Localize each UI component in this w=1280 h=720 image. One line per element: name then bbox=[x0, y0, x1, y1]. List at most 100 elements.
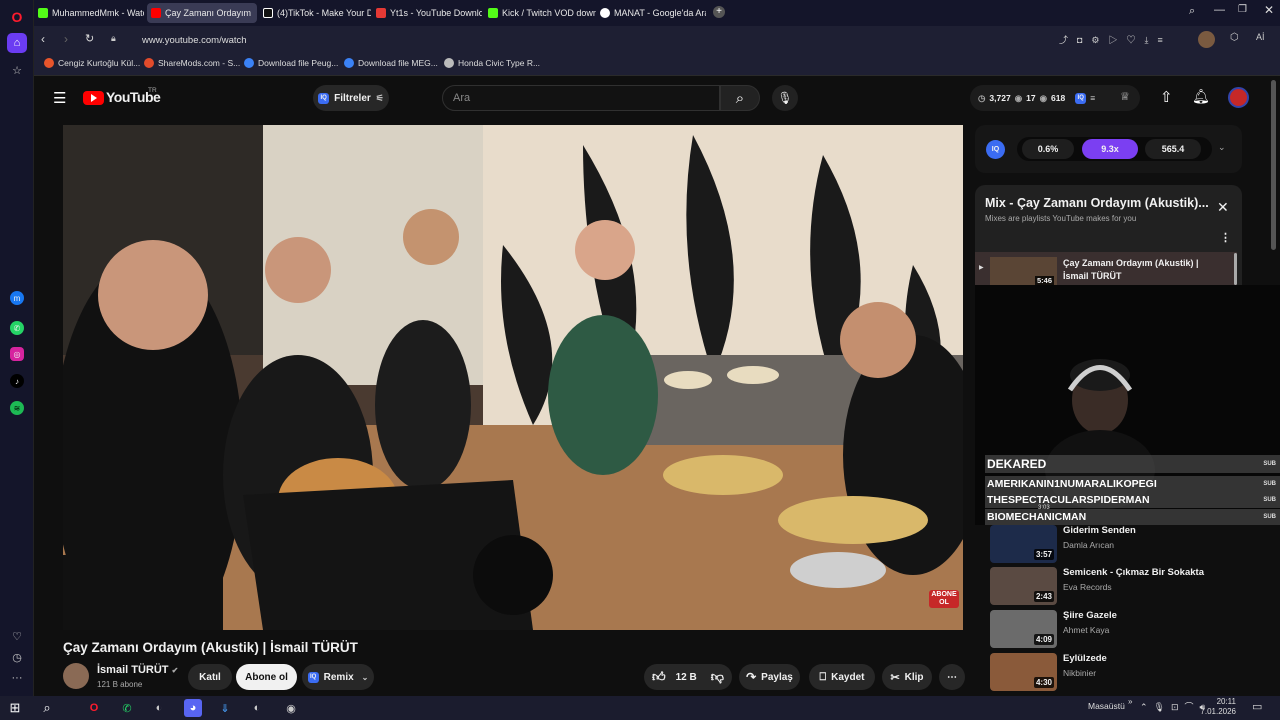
more-actions-button[interactable]: ⋯ bbox=[939, 664, 965, 690]
iq-value-3[interactable]: 565.4 bbox=[1145, 139, 1201, 159]
award-icon[interactable]: ♕ bbox=[1120, 90, 1130, 103]
current-title: Çay Zamanı Ordayım (Akustik) | İsmail TÜ… bbox=[1063, 258, 1199, 281]
close-window-button[interactable]: ✕ bbox=[1264, 3, 1274, 17]
url-field[interactable]: www.youtube.com/watch bbox=[134, 30, 1064, 50]
filters-label: Filtreler bbox=[334, 92, 371, 104]
extensions-icon[interactable]: ⬡ bbox=[1230, 32, 1239, 43]
windows-start-icon[interactable]: ⊞ bbox=[6, 699, 24, 717]
notification-center-icon[interactable]: ▭ bbox=[1252, 700, 1262, 713]
bookmark[interactable]: Cengiz Kurtoğlu Kül... bbox=[44, 58, 140, 68]
eye-icon: ◉ bbox=[1039, 92, 1048, 103]
sub-badge: SUB bbox=[1263, 497, 1276, 503]
remix-button[interactable]: IQ Remix ⌄ bbox=[302, 664, 374, 690]
subscribe-button[interactable]: Abone ol bbox=[236, 664, 297, 690]
profile-avatar[interactable] bbox=[1198, 31, 1215, 48]
dislike-button[interactable]: 👎︎ bbox=[711, 669, 724, 685]
sub-badge: SUB bbox=[1263, 514, 1276, 520]
tab[interactable]: MuhammedMmk - Watch bbox=[34, 3, 144, 23]
playlist-scrollbar[interactable] bbox=[1234, 253, 1237, 285]
bookmark-label: ShareMods.com - S... bbox=[158, 58, 241, 68]
upload-icon[interactable]: ⇧ bbox=[1160, 88, 1173, 106]
playlist-item[interactable]: 2:43 Semicenk - Çıkmaz Bir Sokakta Eva R… bbox=[990, 567, 1240, 605]
steam-icon[interactable]: ◐ bbox=[150, 699, 168, 717]
google-icon bbox=[600, 8, 610, 18]
search-tabs-icon[interactable]: ⌕ bbox=[1189, 5, 1195, 18]
discord-icon[interactable]: ◕ bbox=[184, 699, 202, 717]
maximize-button[interactable]: ❐ bbox=[1238, 4, 1247, 15]
item-channel: Ahmet Kaya bbox=[1063, 625, 1110, 635]
video-player[interactable]: ABONE OL bbox=[63, 125, 963, 630]
iq-value-2[interactable]: 9.3x bbox=[1082, 139, 1138, 159]
stat-value: 618 bbox=[1051, 93, 1066, 103]
menu-icon[interactable]: ☰ bbox=[53, 89, 66, 107]
bookmark[interactable]: Download file Peug... bbox=[244, 58, 338, 68]
tab-active[interactable]: Çay Zamanı Ordayım bbox=[147, 3, 257, 23]
download-manager-icon[interactable]: ⇓ bbox=[216, 699, 234, 717]
search-button[interactable]: ⌕ bbox=[720, 85, 760, 111]
messenger-icon[interactable]: m bbox=[10, 291, 24, 305]
opera-logo-icon[interactable]: O bbox=[7, 7, 27, 27]
thumbnail: 4:30 bbox=[990, 653, 1057, 691]
forward-button[interactable]: › bbox=[64, 32, 68, 46]
account-avatar[interactable] bbox=[1228, 87, 1249, 108]
iq-value-1[interactable]: 0.6% bbox=[1022, 139, 1074, 159]
playlist-item[interactable]: 4:30 Eylülzede Nikbinier bbox=[990, 653, 1240, 691]
playlist-item[interactable]: 3:57 Giderim Senden Damla Arıcan bbox=[990, 525, 1240, 563]
item-title: Semicenk - Çıkmaz Bir Sokakta bbox=[1063, 567, 1204, 578]
home-icon[interactable]: ⌂ bbox=[7, 33, 27, 53]
toolbar-chevron-icon[interactable]: » bbox=[1128, 697, 1132, 706]
star-icon[interactable]: ☆ bbox=[7, 60, 27, 80]
instagram-icon[interactable]: ◎ bbox=[10, 347, 24, 361]
history-icon[interactable]: ◷ bbox=[7, 647, 27, 667]
new-tab-button[interactable]: + bbox=[713, 6, 725, 18]
microphone-button[interactable]: 🎙︎ bbox=[772, 85, 798, 111]
address-actions[interactable]: ⤴◘⚙▷♡⤓≡ bbox=[1059, 33, 1172, 46]
tab[interactable]: Kick / Twitch VOD downlo bbox=[484, 3, 596, 23]
clock[interactable]: 20:11 7.01.2026 bbox=[1200, 697, 1236, 717]
more-icon[interactable]: ··· bbox=[7, 668, 27, 688]
tab[interactable]: (4)TikTok - Make Your Day bbox=[259, 3, 371, 23]
spotify-icon[interactable]: ≋ bbox=[10, 401, 24, 415]
join-label: Katıl bbox=[199, 671, 221, 683]
channel-avatar[interactable] bbox=[63, 663, 89, 689]
page-scrollbar[interactable] bbox=[1271, 80, 1276, 250]
subscribe-watermark[interactable]: ABONE OL bbox=[929, 590, 959, 608]
tab[interactable]: MANAT - Google'da Ara bbox=[596, 3, 706, 23]
tiktok-icon[interactable]: ♪ bbox=[10, 374, 24, 388]
back-button[interactable]: ‹ bbox=[41, 32, 45, 46]
chevron-down-icon[interactable]: ⌄ bbox=[1218, 142, 1226, 153]
steam-icon[interactable]: ◐ bbox=[248, 699, 266, 717]
bookmark[interactable]: ShareMods.com - S... bbox=[144, 58, 240, 68]
bookmark[interactable]: Download file MEG... bbox=[344, 58, 438, 68]
bookmark[interactable]: Honda Civic Type R... bbox=[444, 58, 540, 68]
search-input[interactable]: Ara bbox=[442, 85, 720, 111]
search-icon[interactable]: ⌕ bbox=[38, 699, 56, 717]
channel-name[interactable]: İsmail TÜRÜT ✔ bbox=[97, 664, 178, 676]
join-button[interactable]: Katıl bbox=[188, 664, 232, 690]
minimize-button[interactable]: — bbox=[1214, 4, 1225, 16]
iq-panel: IQ 0.6% 9.3x 565.4 ⌄ bbox=[975, 125, 1242, 173]
opera-icon[interactable]: O bbox=[85, 699, 103, 717]
heart-icon[interactable]: ♡ bbox=[7, 626, 27, 646]
save-button[interactable]: ⎕ Kaydet bbox=[809, 664, 875, 690]
aria-ai-icon[interactable]: Aİ bbox=[1256, 32, 1265, 42]
like-button[interactable]: 👍︎ bbox=[652, 669, 666, 685]
reload-button[interactable]: ↻ bbox=[85, 32, 94, 45]
notifications-icon[interactable]: 🔔︎ bbox=[1192, 88, 1210, 105]
tab[interactable]: Yt1s - YouTube Download bbox=[372, 3, 482, 23]
current-playlist-item[interactable]: ▶ 5:46 Çay Zamanı Ordayım (Akustik) | İs… bbox=[975, 252, 1237, 285]
bookmark-icon bbox=[444, 58, 454, 68]
bookmarks-bar: Cengiz Kurtoğlu Kül... ShareMods.com - S… bbox=[34, 54, 1280, 76]
desktop-toolbar[interactable]: Masaüstü bbox=[1088, 701, 1125, 711]
iq-stats-bar[interactable]: ◷ 3,727 ◉ 17 ◉ 618 IQ ≡ bbox=[970, 85, 1140, 111]
obs-icon[interactable]: ◉ bbox=[282, 699, 300, 717]
share-button[interactable]: ↷ Paylaş bbox=[739, 664, 800, 690]
close-icon[interactable]: ✕ bbox=[1217, 199, 1229, 216]
whatsapp-icon[interactable]: ✆ bbox=[10, 321, 24, 335]
filters-button[interactable]: IQ Filtreler ⚟ bbox=[313, 85, 389, 111]
playlist-item[interactable]: 4:09 Şiire Gazele Ahmet Kaya bbox=[990, 610, 1240, 648]
kebab-menu-icon[interactable]: ⋮ bbox=[1220, 231, 1231, 244]
youtube-logo-icon[interactable] bbox=[83, 91, 104, 105]
whatsapp-icon[interactable]: ✆ bbox=[118, 699, 136, 717]
clip-button[interactable]: ✂ Klip bbox=[882, 664, 932, 690]
